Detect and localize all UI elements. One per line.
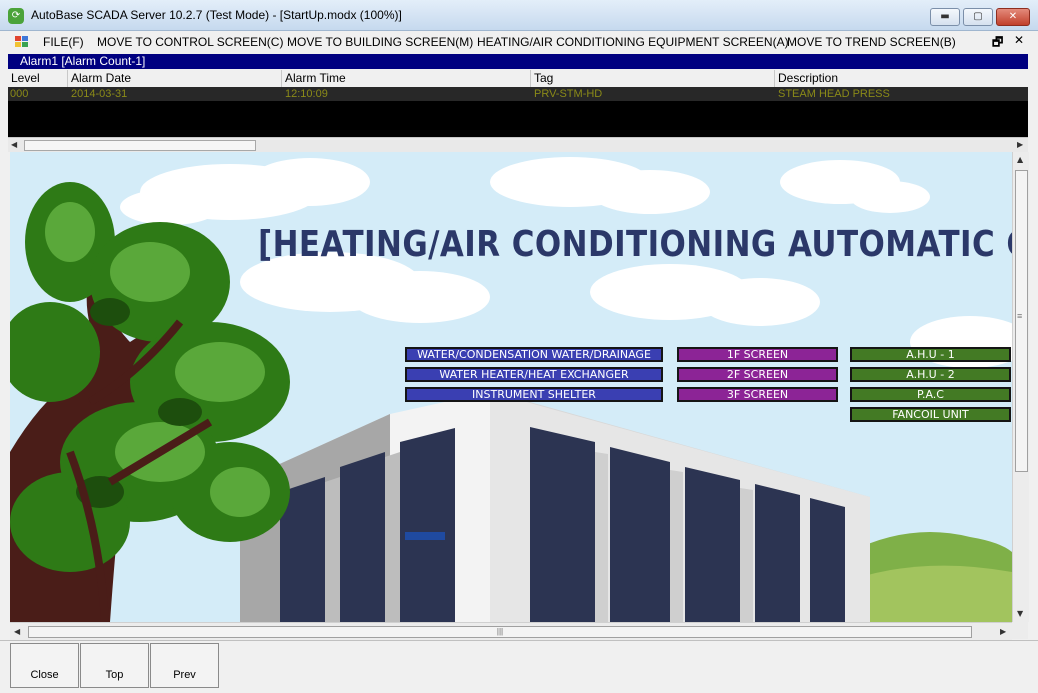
scroll-grip-icon: ≡ bbox=[1017, 311, 1023, 321]
scene-vertical-scrollbar[interactable]: ▲ ≡ ▼ bbox=[1012, 152, 1029, 622]
floor-2-screen-button[interactable]: 2F SCREEN bbox=[677, 367, 838, 382]
scroll-up-icon[interactable]: ▲ bbox=[1017, 155, 1023, 164]
instrument-shelter-button[interactable]: INSTRUMENT SHELTER bbox=[405, 387, 663, 402]
menu-hvac-equipment-screen[interactable]: HEATING/AIR CONDITIONING EQUIPMENT SCREE… bbox=[477, 35, 789, 49]
alarm-scroll-thumb[interactable] bbox=[24, 140, 256, 151]
column-header-level[interactable]: Level bbox=[8, 70, 68, 87]
pac-button[interactable]: P.A.C bbox=[850, 387, 1011, 402]
top-button[interactable]: Top bbox=[80, 643, 149, 688]
water-condensation-drainage-button[interactable]: WATER/CONDENSATION WATER/DRAINAGE bbox=[405, 347, 663, 362]
column-header-alarm-date[interactable]: Alarm Date bbox=[68, 70, 282, 87]
alarm-table-header: Level Alarm Date Alarm Time Tag Descript… bbox=[8, 70, 1028, 88]
hvac-scene: [HEATING/AIR CONDITIONING AUTOMATIC CONT… bbox=[10, 152, 1012, 622]
scroll-left-icon[interactable]: ◀ bbox=[14, 627, 20, 636]
prev-button[interactable]: Prev bbox=[150, 643, 219, 688]
alarm-tag: PRV-STM-HD bbox=[534, 88, 603, 100]
alarm-date: 2014-03-31 bbox=[71, 88, 128, 100]
window-title: AutoBase SCADA Server 10.2.7 (Test Mode)… bbox=[31, 8, 402, 22]
ahu-2-button[interactable]: A.H.U - 2 bbox=[850, 367, 1011, 382]
scroll-right-icon[interactable]: ▶ bbox=[1000, 627, 1006, 636]
autobase-icon[interactable]: ⟳ bbox=[8, 8, 24, 24]
column-header-description[interactable]: Description bbox=[775, 70, 1028, 87]
mdi-document-icon[interactable] bbox=[15, 36, 29, 48]
alarm-title-text: Alarm1 [Alarm Count-1] bbox=[20, 54, 146, 68]
alarm-horizontal-scrollbar[interactable]: ◀ ▶ bbox=[8, 137, 1028, 152]
scroll-down-icon[interactable]: ▼ bbox=[1017, 609, 1023, 618]
horizontal-scroll-thumb[interactable]: ||| bbox=[28, 626, 972, 638]
column-header-tag[interactable]: Tag bbox=[531, 70, 775, 87]
page-heading: [HEATING/AIR CONDITIONING AUTOMATIC CONT… bbox=[258, 224, 1012, 265]
alarm-description: STEAM HEAD PRESS bbox=[778, 88, 890, 100]
minimize-button[interactable]: ▬ bbox=[930, 8, 960, 26]
table-row[interactable]: 000 2014-03-31 12:10:09 PRV-STM-HD STEAM… bbox=[8, 87, 1028, 101]
scene-horizontal-scrollbar[interactable]: ◀ ||| ▶ bbox=[10, 622, 1012, 640]
vertical-scroll-thumb[interactable]: ≡ bbox=[1015, 170, 1028, 472]
floor-1-screen-button[interactable]: 1F SCREEN bbox=[677, 347, 838, 362]
scroll-right-icon[interactable]: ▶ bbox=[1017, 140, 1023, 149]
menu-control-screen[interactable]: MOVE TO CONTROL SCREEN(C) bbox=[97, 35, 283, 49]
alarm-time: 12:10:09 bbox=[285, 88, 328, 100]
mdi-restore-icon[interactable]: 🗗 bbox=[992, 33, 1003, 54]
close-window-button[interactable]: ✕ bbox=[996, 8, 1030, 26]
alarm-level: 000 bbox=[10, 88, 29, 100]
alarm-panel-title: Alarm1 [Alarm Count-1] bbox=[8, 54, 1028, 69]
alarm-table-body: 000 2014-03-31 12:10:09 PRV-STM-HD STEAM… bbox=[8, 87, 1028, 137]
floor-3-screen-button[interactable]: 3F SCREEN bbox=[677, 387, 838, 402]
water-heater-heat-exchanger-button[interactable]: WATER HEATER/HEAT EXCHANGER bbox=[405, 367, 663, 382]
mdi-close-icon[interactable]: ✕ bbox=[1014, 33, 1024, 47]
ahu-1-button[interactable]: A.H.U - 1 bbox=[850, 347, 1011, 362]
title-bar: ⟳ AutoBase SCADA Server 10.2.7 (Test Mod… bbox=[0, 0, 1038, 31]
scroll-grip-icon: ||| bbox=[496, 627, 504, 636]
menu-file[interactable]: FILE(F) bbox=[43, 35, 84, 49]
scroll-left-icon[interactable]: ◀ bbox=[11, 140, 17, 149]
column-header-alarm-time[interactable]: Alarm Time bbox=[282, 70, 531, 87]
maximize-button[interactable]: ▢ bbox=[963, 8, 993, 26]
close-button[interactable]: Close bbox=[10, 643, 79, 688]
fancoil-unit-button[interactable]: FANCOIL UNIT bbox=[850, 407, 1011, 422]
menu-building-screen[interactable]: MOVE TO BUILDING SCREEN(M) bbox=[287, 35, 473, 49]
scrollbar-corner bbox=[1012, 622, 1028, 639]
menu-trend-screen[interactable]: MOVE TO TREND SCREEN(B) bbox=[787, 35, 956, 49]
